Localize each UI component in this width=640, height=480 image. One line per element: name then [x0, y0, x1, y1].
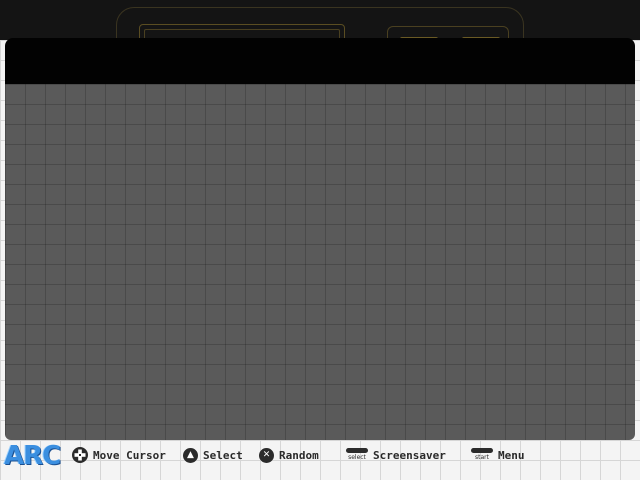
- hint-menu-label: Menu: [498, 448, 525, 462]
- arc-logo: ARC: [4, 441, 61, 471]
- select-button-icon: select: [346, 447, 368, 463]
- hint-screensaver: select Screensaver: [346, 446, 446, 464]
- x-button-icon: ✕: [259, 447, 274, 463]
- select-button-shape: [346, 448, 368, 453]
- a-button-icon: ▲: [183, 447, 198, 463]
- select-button-text: select: [348, 454, 366, 461]
- hint-select-label: Select: [203, 448, 243, 462]
- start-button-text: start: [475, 454, 489, 461]
- start-button-icon: start: [471, 447, 493, 463]
- hint-random-label: Random: [279, 448, 319, 462]
- hint-move-cursor-label: Move Cursor: [93, 448, 166, 462]
- hint-menu: start Menu: [471, 446, 525, 464]
- dpad-icon: [72, 447, 88, 463]
- start-button-shape: [471, 448, 493, 453]
- hint-select: ▲ Select: [183, 446, 243, 464]
- game-list-panel[interactable]: [5, 84, 635, 440]
- hint-move-cursor: Move Cursor: [72, 446, 166, 464]
- controls-hint-bar: ARC Move Cursor ▲ Select ✕ Random select…: [0, 440, 640, 480]
- hint-screensaver-label: Screensaver: [373, 448, 446, 462]
- hint-random: ✕ Random: [259, 446, 319, 464]
